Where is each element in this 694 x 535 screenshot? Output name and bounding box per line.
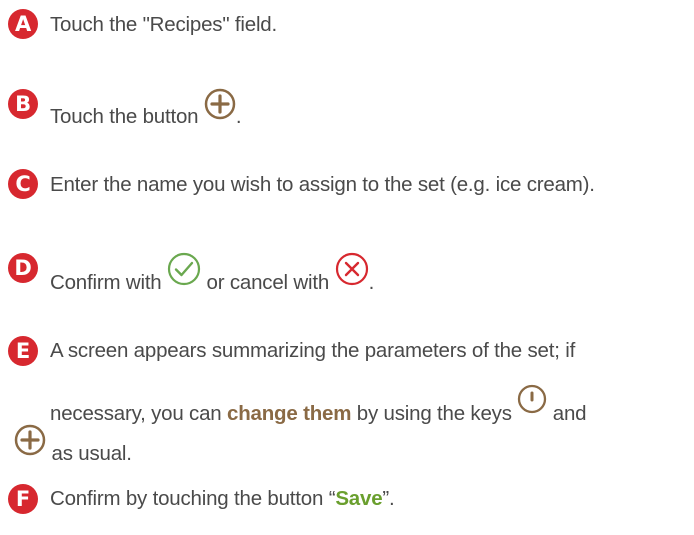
- step-badge-a: A: [8, 9, 38, 39]
- plus-circle-icon: [204, 88, 236, 120]
- x-circle-icon: [335, 252, 369, 286]
- step-f-text-after: ”.: [382, 487, 395, 510]
- step-d-line: Confirm with or cancel with .: [50, 252, 374, 298]
- step-e-emphasis: change them: [227, 402, 352, 425]
- step-d-text-1: Confirm with: [50, 271, 162, 294]
- step-b-line: Touch the button .: [50, 88, 242, 132]
- step-e-line-3: as usual.: [14, 424, 132, 469]
- minus-circle-icon: [517, 384, 547, 414]
- step-badge-f: F: [8, 484, 38, 514]
- step-b-text: Touch the button: [50, 105, 199, 128]
- step-f-line: Confirm by touching the button “Save”.: [50, 484, 395, 514]
- step-badge-e: E: [8, 336, 38, 366]
- step-e-text-before: necessary, you can: [50, 402, 222, 425]
- step-f-text-before: Confirm by touching the button “: [50, 487, 336, 510]
- step-badge-c: C: [8, 169, 38, 199]
- step-e-as-usual: as usual.: [51, 442, 132, 465]
- plus-circle-icon: [14, 424, 46, 456]
- step-e-and: and: [552, 402, 587, 425]
- step-e-text-after: by using the keys: [356, 402, 512, 425]
- step-e-line-1: A screen appears summarizing the paramet…: [50, 339, 576, 362]
- step-a-text: Touch the "Recipes" field.: [50, 13, 278, 36]
- step-d-period: .: [368, 271, 375, 294]
- step-e-line-2: necessary, you can change them by using …: [50, 384, 587, 429]
- step-c-text: Enter the name you wish to assign to the…: [50, 173, 595, 196]
- step-badge-d: D: [8, 253, 38, 283]
- step-b-period: .: [235, 105, 242, 128]
- step-badge-b: B: [8, 89, 38, 119]
- check-circle-icon: [167, 252, 201, 286]
- save-label: Save: [335, 487, 383, 510]
- step-d-text-2: or cancel with: [206, 271, 330, 294]
